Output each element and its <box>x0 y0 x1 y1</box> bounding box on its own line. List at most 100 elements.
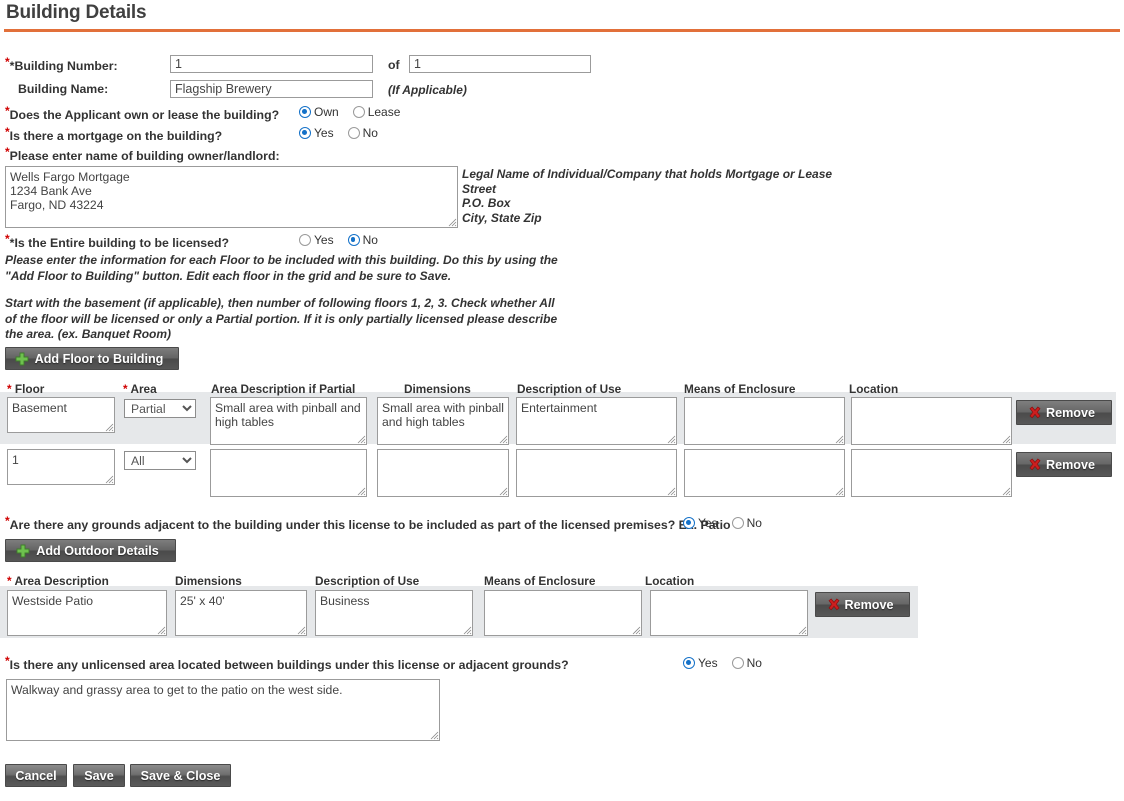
floor-row-1-dimensions-input[interactable]: Small area with pinball and high tables <box>377 397 509 445</box>
owner-name-textarea[interactable]: Wells Fargo Mortgage 1234 Bank Ave Fargo… <box>5 166 458 228</box>
owner-name-label: *Please enter name of building owner/lan… <box>5 145 280 163</box>
radio-mortgage-no-label: No <box>362 126 378 140</box>
add-floor-to-building-button[interactable]: Add Floor to Building <box>5 347 179 370</box>
hint-line-4: City, State Zip <box>462 211 542 226</box>
cancel-button[interactable]: Cancel <box>5 764 67 787</box>
building-name-input[interactable] <box>170 80 373 98</box>
radio-unlicensed-no[interactable] <box>731 657 744 669</box>
radio-own[interactable] <box>299 106 311 118</box>
radio-mortgage-no[interactable] <box>347 127 360 139</box>
instr-p1-l1: Please enter the information for each Fl… <box>5 253 558 267</box>
red-x-icon <box>1029 458 1041 470</box>
hint-line-2: Street <box>462 181 497 196</box>
instr-p2-l2: of the floor will be licensed or only a … <box>5 311 558 326</box>
entire-building-label: **Is the Entire building to be licensed? <box>5 232 229 250</box>
floor-grid-header-means-of-enclosure: Means of Enclosure <box>684 382 796 396</box>
floor-row-2-description-of-use-input[interactable] <box>516 449 677 497</box>
floor-row-1-remove-label: Remove <box>1046 405 1095 420</box>
outdoor-grid-header-means-of-enclosure: Means of Enclosure <box>484 574 596 588</box>
floor-row-1-area-description-input[interactable]: Small area with pinball and high tables <box>210 397 367 445</box>
cancel-label: Cancel <box>15 768 57 783</box>
radio-unlicensed-yes-label: Yes <box>698 656 718 670</box>
radio-unlicensed-yes[interactable] <box>683 657 695 669</box>
floor-row-2-dimensions-input[interactable] <box>377 449 509 497</box>
add-outdoor-details-button[interactable]: Add Outdoor Details <box>5 539 176 562</box>
floor-row-1-location-input[interactable] <box>851 397 1012 445</box>
instr-p2-l3: the area. (ex. Banquet Room) <box>5 327 172 341</box>
outdoor-row-1-location-input[interactable] <box>650 590 808 636</box>
floor-row-2-area-description-input[interactable] <box>210 449 367 497</box>
outdoor-row-1-dimensions-input[interactable]: 25' x 40' <box>175 590 307 636</box>
radio-unlicensed-no-label: No <box>746 656 762 670</box>
floor-row-2-means-of-enclosure-input[interactable] <box>684 449 845 497</box>
page-title: Building Details <box>6 2 147 23</box>
floor-grid-header-location: Location <box>849 382 899 396</box>
instructions-paragraph-2: Start with the basement (if applicable),… <box>5 296 557 343</box>
unlicensed-area-radio-group[interactable]: Yes No <box>683 656 776 670</box>
outdoor-row-1-area-description-input[interactable]: Westside Patio <box>7 590 167 636</box>
floor-row-2-remove-button[interactable]: Remove <box>1016 452 1112 477</box>
table-row: Basement <box>7 397 115 433</box>
floor-grid-header-floor: * Floor <box>7 382 45 396</box>
instr-p1-l2: "Add Floor to Building" button. Edit eac… <box>5 268 452 283</box>
unlicensed-area-label: *Is there any unlicensed area located be… <box>5 654 569 672</box>
red-x-icon <box>1029 406 1041 418</box>
outdoor-grid-header-area-description: * Area Description <box>7 574 109 588</box>
radio-lease[interactable] <box>352 106 365 118</box>
mortgage-label: *Is there a mortgage on the building? <box>5 125 223 143</box>
entire-building-radio-group[interactable]: Yes No <box>299 233 392 247</box>
owner-name-hint: Legal Name of Individual/Company that ho… <box>462 167 832 226</box>
save-label: Save <box>84 768 114 783</box>
save-button[interactable]: Save <box>73 764 125 787</box>
of-label: of <box>388 58 400 72</box>
table-row: 1 <box>7 449 115 485</box>
floor-row-1-description-of-use-input[interactable]: Entertainment <box>516 397 677 445</box>
radio-grounds-yes-label: Yes <box>698 516 718 530</box>
mortgage-radio-group[interactable]: Yes No <box>299 126 392 140</box>
add-floor-label: Add Floor to Building <box>34 351 164 366</box>
radio-grounds-no[interactable] <box>731 517 744 529</box>
building-number-input[interactable] <box>170 55 373 73</box>
instr-p2-l1: Start with the basement (if applicable),… <box>5 296 555 310</box>
radio-entire-no-label: No <box>362 233 378 247</box>
save-and-close-button[interactable]: Save & Close <box>130 764 231 787</box>
floor-row-1-means-of-enclosure-input[interactable] <box>684 397 845 445</box>
save-close-label: Save & Close <box>140 768 221 783</box>
floor-grid-header-area: * Area <box>123 382 157 396</box>
floor-row-1-area-select[interactable]: Partial <box>124 399 196 418</box>
own-or-lease-radio-group[interactable]: Own Lease <box>299 105 414 119</box>
radio-lease-label: Lease <box>367 105 401 119</box>
outdoor-row-1-description-of-use-input[interactable]: Business <box>315 590 473 636</box>
floor-row-2-remove-label: Remove <box>1046 457 1095 472</box>
floor-grid-header-dimensions: Dimensions <box>404 382 471 396</box>
building-total-input[interactable] <box>409 55 591 73</box>
radio-mortgage-yes-label: Yes <box>314 126 334 140</box>
floor-row-2-area-select[interactable]: All <box>124 451 196 470</box>
outdoor-grid-header-location: Location <box>645 574 695 588</box>
radio-grounds-no-label: No <box>746 516 762 530</box>
floor-row-1-floor-input[interactable]: Basement <box>7 397 115 433</box>
radio-entire-no[interactable] <box>347 234 360 246</box>
instructions-paragraph-1: Please enter the information for each Fl… <box>5 253 558 284</box>
floor-grid-header-area-description: Area Description if Partial <box>211 382 356 396</box>
hint-line-1: Legal Name of Individual/Company that ho… <box>462 167 833 181</box>
building-number-label: **Building Number: <box>5 55 118 73</box>
outdoor-grid-header-description-of-use: Description of Use <box>315 574 420 588</box>
floor-row-1-remove-button[interactable]: Remove <box>1016 400 1112 425</box>
floor-row-2-location-input[interactable] <box>851 449 1012 497</box>
floor-row-2-floor-input[interactable]: 1 <box>7 449 115 485</box>
building-details-page: Building Details **Building Number: of B… <box>0 0 1124 801</box>
title-divider <box>4 29 1120 32</box>
add-outdoor-label: Add Outdoor Details <box>36 543 159 558</box>
radio-entire-yes[interactable] <box>299 234 311 246</box>
grounds-adjacent-radio-group[interactable]: Yes No <box>683 516 776 530</box>
hint-line-3: P.O. Box <box>462 196 511 211</box>
unlicensed-area-textarea[interactable]: Walkway and grassy area to get to the pa… <box>6 679 440 741</box>
plus-icon <box>16 544 30 557</box>
radio-grounds-yes[interactable] <box>683 517 695 529</box>
outdoor-row-1-remove-button[interactable]: Remove <box>815 592 910 617</box>
table-row: Westside Patio <box>7 590 167 636</box>
floor-grid-header-description-of-use: Description of Use <box>517 382 622 396</box>
outdoor-row-1-means-of-enclosure-input[interactable] <box>484 590 642 636</box>
radio-mortgage-yes[interactable] <box>299 127 311 139</box>
